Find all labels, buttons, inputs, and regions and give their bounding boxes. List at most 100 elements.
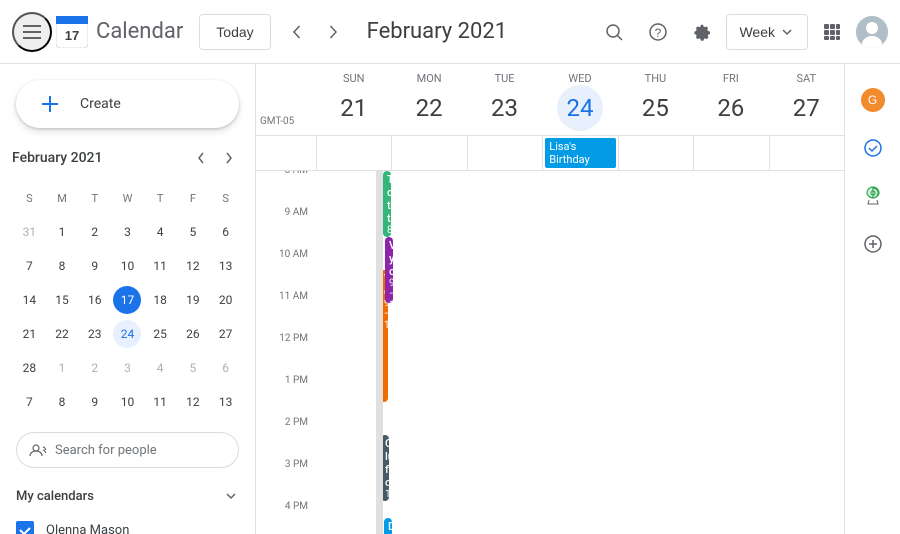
- mini-weekday-header: T: [79, 182, 110, 214]
- sidebar-toggle-button[interactable]: G: [853, 80, 893, 120]
- day-number[interactable]: 21: [331, 85, 377, 131]
- day-name: THU: [618, 72, 693, 85]
- mini-next-button[interactable]: [215, 144, 243, 172]
- settings-button[interactable]: [682, 12, 722, 52]
- app-logo[interactable]: 17 Calendar: [56, 16, 183, 48]
- mini-cal-day[interactable]: 20: [210, 284, 241, 316]
- mini-cal-day[interactable]: 22: [47, 318, 78, 350]
- mini-cal-day[interactable]: 7: [14, 386, 45, 418]
- mini-cal-day[interactable]: 21: [14, 318, 45, 350]
- allday-cell: [467, 136, 542, 170]
- plus-icon: [32, 86, 68, 122]
- mini-cal-day[interactable]: 6: [210, 352, 241, 384]
- my-calendars-header[interactable]: My calendars: [0, 480, 255, 512]
- mini-cal-day[interactable]: 5: [178, 352, 209, 384]
- mini-cal-day[interactable]: 14: [14, 284, 45, 316]
- calendar-event[interactable]: Virtual yoga clas 9 – 10am: [385, 237, 393, 303]
- mini-cal-day[interactable]: 8: [47, 386, 78, 418]
- rp-map-button[interactable]: [853, 176, 893, 216]
- allday-cell: [618, 136, 693, 170]
- mini-cal-day[interactable]: 10: [112, 386, 143, 418]
- header-title: February 2021: [367, 19, 595, 44]
- mini-cal-day[interactable]: 4: [145, 216, 176, 248]
- my-calendar-item[interactable]: Olenna Mason: [0, 512, 255, 534]
- mini-cal-day[interactable]: 2: [79, 352, 110, 384]
- day-number[interactable]: 23: [482, 85, 528, 131]
- calendar-checkbox: [16, 521, 34, 534]
- day-number[interactable]: 27: [783, 85, 829, 131]
- time-label: 3 PM: [256, 459, 316, 507]
- mini-weekday-header: W: [112, 182, 143, 214]
- help-button[interactable]: ?: [638, 12, 678, 52]
- mini-cal-day[interactable]: 28: [14, 352, 45, 384]
- mini-cal-day[interactable]: 10: [112, 250, 143, 282]
- calendar-event[interactable]: Doctor's appoint 1:15 – 2:15pm: [384, 518, 392, 534]
- next-button[interactable]: [315, 14, 351, 50]
- mini-cal-grid: SMTWTFS 31123456789101112131415161718192…: [12, 180, 243, 420]
- mini-weekday-header: F: [178, 182, 209, 214]
- allday-cells: Lisa's Birthday: [316, 136, 844, 170]
- allday-event[interactable]: Lisa's Birthday: [545, 138, 615, 168]
- avatar[interactable]: [856, 16, 888, 48]
- view-selector[interactable]: Week: [726, 14, 808, 50]
- prev-button[interactable]: [279, 14, 315, 50]
- mini-cal-day[interactable]: 11: [145, 386, 176, 418]
- mini-cal-day[interactable]: 26: [178, 318, 209, 350]
- day-name: SUN: [316, 72, 391, 85]
- mini-cal-day[interactable]: 16: [79, 284, 110, 316]
- rp-add-button[interactable]: [853, 224, 893, 264]
- top-icons: ? Week: [594, 12, 888, 52]
- mini-cal-day[interactable]: 3: [112, 352, 143, 384]
- search-people[interactable]: Search for people: [16, 432, 239, 468]
- mini-cal-day[interactable]: 6: [210, 216, 241, 248]
- svg-text:17: 17: [65, 28, 79, 43]
- mini-cal-day[interactable]: 11: [145, 250, 176, 282]
- mini-prev-button[interactable]: [187, 144, 215, 172]
- day-number[interactable]: 26: [708, 85, 754, 131]
- mini-cal-day[interactable]: 27: [210, 318, 241, 350]
- gmt-label: GMT-05: [256, 64, 316, 135]
- allday-cell: [391, 136, 466, 170]
- day-number[interactable]: 24: [557, 85, 603, 131]
- mini-cal-day[interactable]: 2: [79, 216, 110, 248]
- mini-cal-day[interactable]: 3: [112, 216, 143, 248]
- rp-check-button[interactable]: [853, 128, 893, 168]
- mini-cal-day[interactable]: 31: [14, 216, 45, 248]
- allday-row: Lisa's Birthday: [256, 136, 844, 171]
- time-label: 10 AM: [256, 249, 316, 297]
- mini-cal-day[interactable]: 13: [210, 250, 241, 282]
- create-button[interactable]: Create: [16, 80, 239, 128]
- mini-weekday-header: T: [145, 182, 176, 214]
- mini-cal-day[interactable]: 4: [145, 352, 176, 384]
- top-bar: 17 Calendar Today February 2021 ?: [0, 0, 900, 64]
- mini-cal-day[interactable]: 8: [47, 250, 78, 282]
- mini-cal-day[interactable]: 23: [79, 318, 110, 350]
- mini-cal-day[interactable]: 1: [47, 352, 78, 384]
- mini-cal-day[interactable]: 15: [47, 284, 78, 316]
- mini-cal-day[interactable]: 25: [145, 318, 176, 350]
- day-number[interactable]: 22: [406, 85, 452, 131]
- calendar-event[interactable]: Take dog to the 8 – 9am: [383, 171, 391, 237]
- mini-cal-day[interactable]: 12: [178, 386, 209, 418]
- search-button[interactable]: [594, 12, 634, 52]
- mini-cal-day[interactable]: 19: [178, 284, 209, 316]
- mini-weekday-header: S: [210, 182, 241, 214]
- allday-cell: Lisa's Birthday: [542, 136, 617, 170]
- apps-button[interactable]: [812, 12, 852, 52]
- mini-cal-day[interactable]: 9: [79, 386, 110, 418]
- mini-cal-day[interactable]: 18: [145, 284, 176, 316]
- people-icon: [29, 441, 47, 459]
- mini-cal-day[interactable]: 7: [14, 250, 45, 282]
- mini-cal-day[interactable]: 5: [178, 216, 209, 248]
- allday-cell: [693, 136, 768, 170]
- menu-button[interactable]: [12, 12, 52, 52]
- mini-cal-day[interactable]: 17: [112, 284, 143, 316]
- mini-cal-day[interactable]: 1: [47, 216, 78, 248]
- svg-text:?: ?: [655, 26, 662, 40]
- day-number[interactable]: 25: [632, 85, 678, 131]
- mini-cal-day[interactable]: 24: [112, 318, 143, 350]
- today-button[interactable]: Today: [199, 14, 270, 50]
- mini-cal-day[interactable]: 9: [79, 250, 110, 282]
- mini-cal-day[interactable]: 13: [210, 386, 241, 418]
- mini-cal-day[interactable]: 12: [178, 250, 209, 282]
